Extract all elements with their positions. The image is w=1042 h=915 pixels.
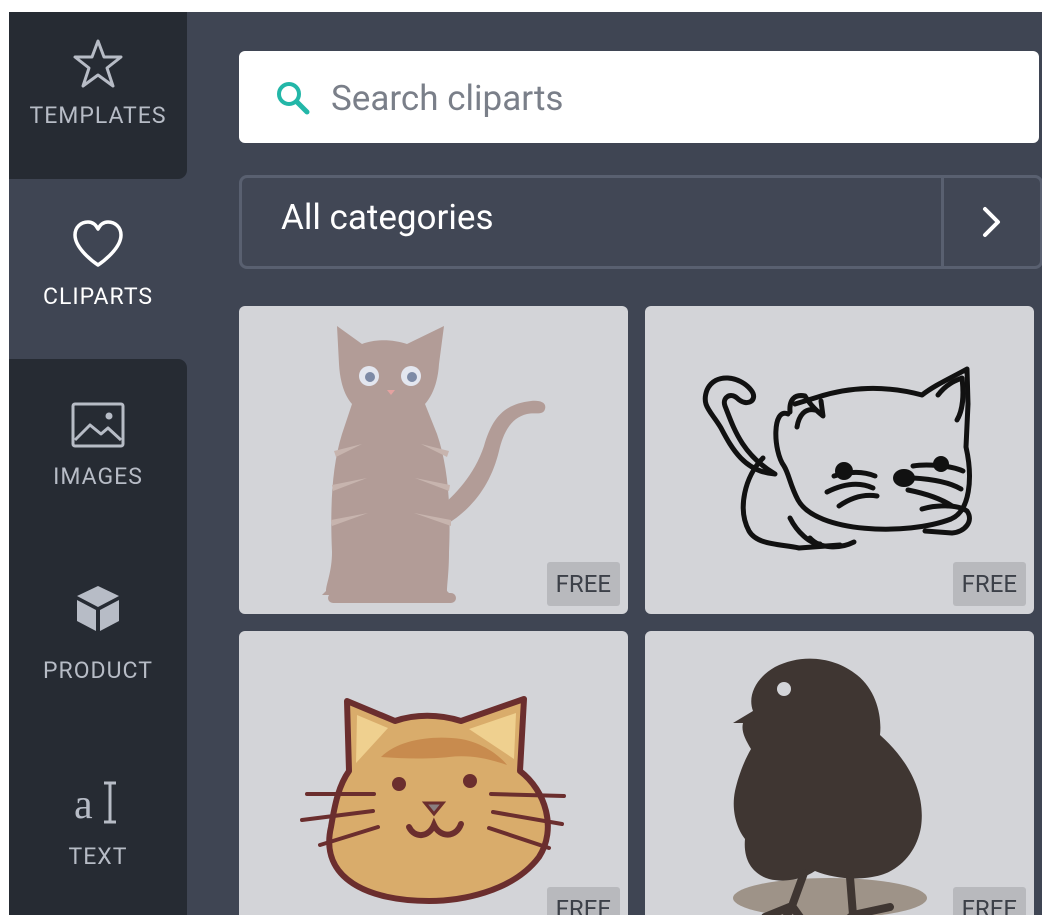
cliparts-panel: TEMPLATES CLIPARTS IMAGES PRODUCT a TEXT… — [9, 12, 1042, 915]
text-cursor-icon: a — [74, 781, 116, 828]
category-selector[interactable]: All categories — [239, 175, 1042, 269]
heart-icon — [73, 220, 123, 267]
sidebar-item-templates[interactable]: TEMPLATES — [9, 12, 187, 179]
sidebar-item-label: TEXT — [68, 843, 128, 870]
chevron-right-icon — [983, 207, 1000, 237]
category-label: All categories — [281, 197, 494, 238]
sidebar: TEMPLATES CLIPARTS IMAGES PRODUCT a TEXT — [9, 12, 187, 915]
clipart-tile[interactable]: FREE — [239, 306, 628, 614]
category-next-button[interactable] — [941, 178, 1040, 266]
sidebar-item-cliparts[interactable]: CLIPARTS — [9, 179, 187, 359]
free-badge: FREE — [952, 562, 1026, 606]
cube-icon — [77, 586, 119, 631]
free-badge: FREE — [546, 562, 620, 606]
sidebar-item-text[interactable]: a TEXT — [9, 749, 187, 915]
cartoon-cat-face-image — [300, 696, 566, 904]
clipart-tile[interactable]: FREE — [645, 306, 1034, 614]
sidebar-item-label: PRODUCT — [43, 657, 153, 684]
search-input[interactable] — [329, 71, 1013, 125]
sidebar-item-label: IMAGES — [53, 463, 143, 490]
silhouette-chick-image — [733, 658, 927, 915]
clipart-grid: FREE FREE FREE FREE — [239, 306, 1039, 915]
sidebar-item-label: CLIPARTS — [42, 283, 154, 310]
star-icon — [73, 39, 123, 88]
free-badge: FREE — [546, 887, 620, 915]
svg-text:a: a — [74, 782, 93, 828]
cliparts-main: All categories — [187, 12, 1042, 915]
search-icon — [277, 82, 310, 115]
sidebar-item-product[interactable]: PRODUCT — [9, 559, 187, 739]
sidebar-item-label: TEMPLATES — [29, 102, 167, 129]
clipart-tile[interactable]: FREE — [645, 631, 1034, 915]
image-icon — [71, 402, 125, 448]
search-bar[interactable] — [239, 51, 1039, 143]
free-badge: FREE — [952, 887, 1026, 915]
clipart-tile[interactable]: FREE — [239, 631, 628, 915]
